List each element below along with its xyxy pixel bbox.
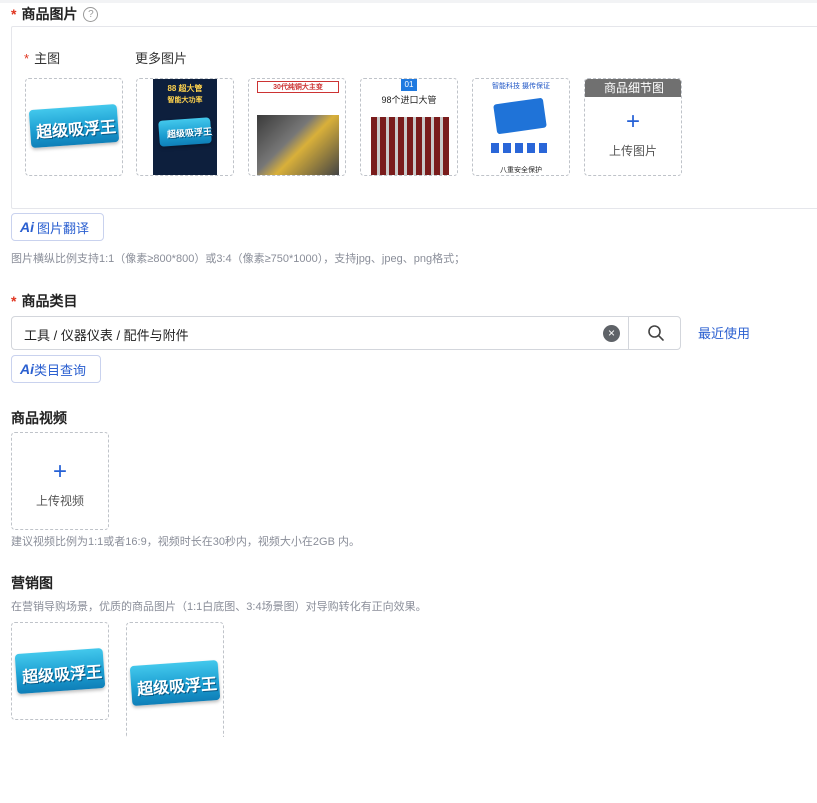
recent-used-link[interactable]: 最近使用	[698, 323, 750, 342]
category-search-button[interactable]	[628, 317, 682, 349]
ai-icon: Ai	[20, 361, 34, 377]
image-caption: 智能科技 摄传保证	[492, 83, 550, 90]
ai-image-translate-button[interactable]: Ai 图片翻译	[11, 213, 104, 241]
marketing-label: 营销图	[11, 575, 53, 591]
product-images-label: 商品图片	[21, 6, 78, 22]
product-image	[257, 115, 339, 175]
category-input[interactable]: 工具 / 仪器仪表 / 配件与附件 ×	[11, 316, 681, 350]
more-images-label: 更多图片	[135, 51, 188, 66]
upload-image-label: 上传图片	[608, 143, 657, 158]
required-mark: *	[11, 6, 17, 22]
image-caption: 八重安全保护	[500, 167, 542, 174]
product-images-label-row: * 商品图片 ?	[11, 4, 99, 24]
image-caption: 88 超大管	[167, 84, 203, 93]
main-image-slot[interactable]: 超级吸浮王	[25, 78, 123, 176]
category-value: 工具 / 仪器仪表 / 配件与附件	[24, 328, 189, 343]
video-label-row: 商品视频	[11, 408, 67, 428]
search-icon	[647, 325, 664, 341]
product-image	[371, 117, 449, 175]
required-mark: *	[24, 51, 30, 66]
top-divider	[0, 0, 817, 3]
video-hint: 建议视频比例为1:1或者16:9，视频时长在30秒内，视频大小在2GB 内。	[11, 536, 361, 548]
ai-category-label: 类目查询	[34, 362, 87, 378]
marketing-label-row: 营销图	[11, 573, 53, 593]
video-label: 商品视频	[11, 410, 67, 426]
plus-icon: +	[52, 457, 67, 485]
more-image-slot[interactable]: 01 98个进口大管	[360, 78, 458, 176]
ai-icon: Ai	[20, 219, 34, 235]
more-image-slot[interactable]: 30代纯铜大主变	[248, 78, 346, 176]
detail-image-upload[interactable]: 商品细节图 + 上传图片	[584, 78, 682, 176]
clear-icon[interactable]: ×	[603, 325, 620, 342]
category-label-row: * 商品类目	[11, 291, 77, 311]
upload-video-label: 上传视频	[35, 493, 84, 508]
marketing-image-square[interactable]: 超级吸浮王	[11, 622, 109, 720]
image-caption: 30代纯铜大主变	[257, 81, 339, 93]
product-image	[493, 97, 547, 135]
video-upload[interactable]: + 上传视频	[11, 432, 109, 530]
help-icon[interactable]: ?	[83, 6, 99, 22]
ai-translate-label: 图片翻译	[37, 220, 90, 236]
main-label-text: 主图	[34, 51, 61, 66]
image-caption: 智能大功率	[167, 97, 203, 104]
more-image-slot[interactable]: 88 超大管 智能大功率 超级吸浮王	[136, 78, 234, 176]
required-mark: *	[11, 293, 17, 309]
feature-icons	[491, 143, 551, 153]
image-caption: 98个进口大管	[381, 95, 437, 105]
detail-image-tag: 商品细节图	[585, 79, 681, 97]
category-label: 商品类目	[21, 293, 78, 309]
main-image-label: * 主图	[24, 48, 60, 67]
image-format-hint: 图片横纵比例支持1:1（像素≥800*800）或3:4（像素≥750*1000）…	[11, 253, 466, 265]
marketing-hint: 在营销导购场景，优质的商品图片（1:1白底图、3:4场景图）对导购转化有正向效果…	[11, 601, 427, 613]
plus-icon: +	[625, 107, 640, 135]
more-image-slot[interactable]: 智能科技 摄传保证 八重安全保护	[472, 78, 570, 176]
ai-category-query-button[interactable]: Ai 类目查询	[11, 355, 101, 383]
marketing-image-portrait[interactable]: 超级吸浮王	[126, 622, 224, 737]
image-badge: 01	[401, 79, 417, 91]
